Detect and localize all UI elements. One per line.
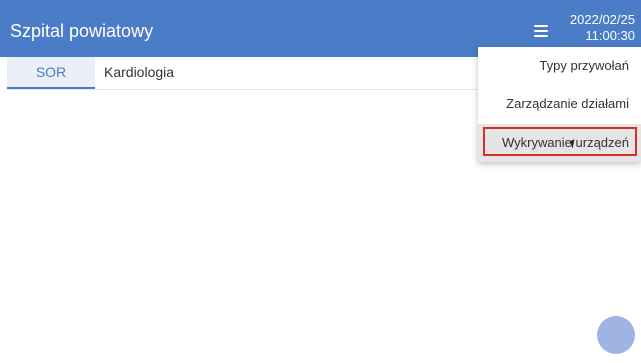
menu-item-department-management[interactable]: Zarządzanie działami — [478, 85, 641, 123]
tab-sor[interactable]: SOR — [7, 57, 95, 89]
date-time-display: 2022/02/25 11:00:30 — [570, 12, 635, 44]
hamburger-menu-icon[interactable] — [534, 25, 548, 37]
tab-kardiologia[interactable]: Kardiologia — [104, 57, 174, 88]
date-text: 2022/02/25 — [569, 12, 635, 27]
menu-item-device-detection[interactable]: Wykrywanie urządzeń — [478, 124, 641, 162]
menu-item-call-types[interactable]: Typy przywołań — [478, 47, 641, 85]
settings-dropdown-menu: Typy przywołań Zarządzanie działami Wykr… — [478, 47, 641, 162]
time-text: 11:00:30 — [585, 28, 635, 43]
app-title: Szpital powiatowy — [10, 21, 154, 41]
floating-action-button[interactable] — [597, 316, 635, 354]
app-window: Szpital powiatowy 2022/02/25 11:00:30 SO… — [0, 0, 641, 363]
